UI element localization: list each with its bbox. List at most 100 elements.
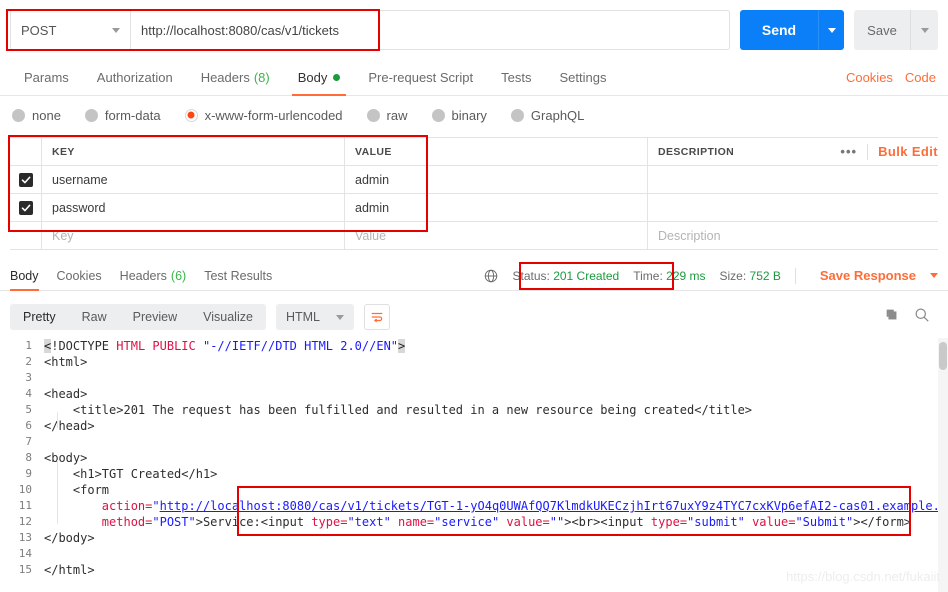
header-key: KEY [42,138,345,165]
new-row-description-input[interactable]: Description [648,222,938,249]
body-type-raw[interactable]: raw [367,108,408,123]
more-options-icon[interactable]: ••• [840,144,857,159]
body-type-x-www-form-urlencoded[interactable]: x-www-form-urlencoded [185,108,343,123]
row-key[interactable]: password [42,194,345,221]
tab-label: Authorization [97,70,173,85]
response-view-toolbar: Pretty Raw Preview Visualize HTML [0,296,948,338]
tab-label: Settings [559,70,606,85]
table-row[interactable]: username admin [10,166,938,194]
form-action-url[interactable]: http://localhost:8080/cas/v1/tickets/TGT… [160,499,948,513]
response-tab-body[interactable]: Body [10,261,39,291]
response-toolbar-actions [884,307,938,328]
code-line: 6 </head> [0,418,948,434]
new-row-key-input[interactable]: Key [42,222,345,249]
body-type-form-data[interactable]: form-data [85,108,161,123]
row-checkbox[interactable] [19,173,33,187]
response-tab-headers[interactable]: Headers (6) [120,261,187,291]
scrollbar-thumb[interactable] [939,342,947,370]
row-key[interactable]: username [42,166,345,193]
tab-settings[interactable]: Settings [545,60,620,96]
wrap-lines-button[interactable] [364,304,390,330]
tab-label: Headers [120,269,167,283]
tab-label: Pre-request Script [368,70,473,85]
search-icon[interactable] [914,307,930,328]
table-row[interactable]: password admin [10,194,938,222]
response-code-viewer[interactable]: 1 <!DOCTYPE HTML PUBLIC "-//IETF//DTD HT… [0,338,948,592]
tab-count: (8) [254,70,270,85]
save-button[interactable]: Save [854,10,910,50]
tab-label: Params [24,70,69,85]
cookies-link[interactable]: Cookies [846,70,893,85]
request-url-input[interactable]: http://localhost:8080/cas/v1/tickets [130,10,730,50]
divider [867,144,868,160]
line-content: <head> [44,386,87,402]
body-type-label: none [32,108,61,123]
size-value: 752 B [750,269,781,283]
line-content: <body> [44,450,87,466]
response-status-bar: Status: 201 Created Time: 229 ms Size: 7… [484,268,938,284]
copy-icon[interactable] [884,307,900,328]
body-type-binary[interactable]: binary [432,108,487,123]
indent-guide [57,460,58,524]
send-group: Send [740,10,844,50]
code-line: 8 <body> [0,450,948,466]
row-value[interactable]: admin [345,166,648,193]
body-type-none[interactable]: none [12,108,61,123]
new-row-value-input[interactable]: Value [345,222,648,249]
radio-icon [367,109,380,122]
response-tab-test-results[interactable]: Test Results [204,261,272,291]
line-content: method="POST">Service:<input type="text"… [44,514,911,530]
http-method-select[interactable]: POST [10,10,130,50]
body-type-radio-group: none form-data x-www-form-urlencoded raw… [0,97,948,133]
save-options-button[interactable] [910,10,938,50]
size-badge: Size: 752 B [720,269,781,283]
save-response-button[interactable]: Save Response [820,268,916,283]
row-checkbox-cell [10,166,42,193]
tab-tests[interactable]: Tests [487,60,545,96]
body-type-graphql[interactable]: GraphQL [511,108,584,123]
divider [795,268,796,284]
tab-pre-request-script[interactable]: Pre-request Script [354,60,487,96]
status-value: 201 Created [553,269,619,283]
send-options-button[interactable] [818,10,844,50]
save-group: Save [854,10,938,50]
view-visualize[interactable]: Visualize [190,304,266,330]
time-label: Time: [633,269,663,283]
code-line: 1 <!DOCTYPE HTML PUBLIC "-//IETF//DTD HT… [0,338,948,354]
tab-authorization[interactable]: Authorization [83,60,187,96]
code-line: 14 [0,546,948,562]
line-content: </body> [44,530,95,546]
time-badge: Time: 229 ms [633,269,705,283]
bulk-edit-link[interactable]: Bulk Edit [878,144,938,159]
line-content: <html> [44,354,87,370]
code-vertical-scrollbar[interactable] [938,338,948,592]
view-preview[interactable]: Preview [120,304,190,330]
row-description[interactable] [648,194,938,221]
http-method-label: POST [21,23,56,38]
row-checkbox[interactable] [19,201,33,215]
size-label: Size: [720,269,747,283]
line-number: 9 [0,466,44,482]
code-link[interactable]: Code [905,70,936,85]
tab-headers[interactable]: Headers (8) [187,60,284,96]
table-new-row[interactable]: Key Value Description [10,222,938,250]
body-type-label: GraphQL [531,108,584,123]
tab-label: Tests [501,70,531,85]
send-button[interactable]: Send [740,10,818,50]
response-tab-cookies[interactable]: Cookies [57,261,102,291]
tab-body[interactable]: Body [284,60,355,96]
status-label: Status: [512,269,549,283]
view-raw[interactable]: Raw [69,304,120,330]
table-header-row: KEY VALUE DESCRIPTION ••• Bulk Edit [10,138,938,166]
row-value[interactable]: admin [345,194,648,221]
line-content: </html> [44,562,95,578]
body-type-label: raw [387,108,408,123]
row-description[interactable] [648,166,938,193]
response-language-select[interactable]: HTML [276,304,354,330]
tab-params[interactable]: Params [10,60,83,96]
new-row-checkbox-cell [10,222,42,249]
chevron-down-icon[interactable] [930,273,938,278]
line-number: 5 [0,402,44,418]
view-pretty[interactable]: Pretty [10,304,69,330]
time-value: 229 ms [666,269,705,283]
